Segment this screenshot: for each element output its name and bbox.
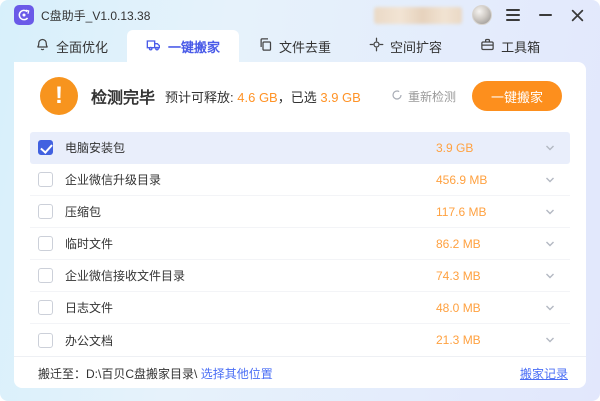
list-item[interactable]: 办公文档 21.3 MB [30,324,570,356]
minimize-icon[interactable] [534,4,556,26]
menu-icon[interactable] [502,4,524,26]
main-panel: ! 检测完毕 预计可释放: 4.6 GB，已选 3.9 GB 重新检测 一键搬家… [14,62,586,388]
move-history-link[interactable]: 搬家记录 [520,365,568,382]
toolbox-icon [480,37,495,55]
item-label: 压缩包 [65,203,101,220]
choose-location-link[interactable]: 选择其他位置 [201,365,273,382]
tab-one-click-move[interactable]: 一键搬家 [127,30,239,62]
item-label: 电脑安装包 [65,139,125,156]
window-bottom-margin [0,388,600,401]
chevron-down-icon[interactable] [544,302,556,314]
category-list: 电脑安装包 3.9 GB 企业微信升级目录 456.9 MB 压缩包 117.6… [14,126,586,356]
tab-bar: 全面优化 一键搬家 文件去重 空间扩容 工具箱 [0,30,600,62]
tab-label: 全面优化 [56,37,108,56]
item-label: 企业微信接收文件目录 [65,267,185,284]
app-title: C盘助手_V1.0.13.38 [41,7,150,24]
truck-icon [146,37,162,56]
chevron-down-icon[interactable] [544,174,556,186]
item-size: 48.0 MB [436,301,516,315]
tab-full-optimization[interactable]: 全面优化 [16,30,127,62]
list-item[interactable]: 临时文件 86.2 MB [30,228,570,260]
app-window: C盘助手_V1.0.13.38 全面优化 一键搬家 文件去重 空间扩容 [0,0,600,401]
expand-icon [369,37,384,55]
item-label: 临时文件 [65,235,113,252]
chevron-down-icon[interactable] [544,270,556,282]
selected-size-value: 3.9 GB [320,90,360,105]
checkbox[interactable] [38,333,53,348]
tab-label: 一键搬家 [168,37,220,56]
chevron-down-icon[interactable] [544,206,556,218]
item-size: 117.6 MB [436,205,516,219]
detection-banner: ! 检测完毕 预计可释放: 4.6 GB，已选 3.9 GB 重新检测 一键搬家 [14,62,586,126]
close-icon[interactable] [566,4,588,26]
recheck-label: 重新检测 [408,88,456,105]
item-label: 日志文件 [65,299,113,316]
tab-label: 工具箱 [501,37,540,56]
item-label: 企业微信升级目录 [65,171,161,188]
recheck-button[interactable]: 重新检测 [391,88,456,105]
item-size: 3.9 GB [436,141,516,155]
tab-file-dedup[interactable]: 文件去重 [239,30,350,62]
titlebar: C盘助手_V1.0.13.38 [0,0,600,30]
tab-label: 文件去重 [279,37,331,56]
free-size-value: 4.6 GB [237,90,277,105]
tab-label: 空间扩容 [390,37,442,56]
list-item[interactable]: 压缩包 117.6 MB [30,196,570,228]
summary-prefix: 预计可释放: [165,90,234,105]
chevron-down-icon[interactable] [544,334,556,346]
refresh-icon [391,89,403,104]
checkbox[interactable] [38,268,53,283]
move-to-label: 搬迁至： [38,365,86,382]
app-logo-icon [14,5,34,25]
chevron-down-icon[interactable] [544,142,556,154]
tab-space-expansion[interactable]: 空间扩容 [350,30,461,62]
bell-icon [35,37,50,55]
checkbox[interactable] [38,300,53,315]
item-size: 86.2 MB [436,237,516,251]
destination-path: D:\百贝C盘搬家目录\ [86,365,201,382]
item-size: 456.9 MB [436,173,516,187]
redacted-username [374,7,462,24]
footer-bar: 搬迁至： D:\百贝C盘搬家目录\ 选择其他位置 搬家记录 [14,356,586,388]
checkbox[interactable] [38,204,53,219]
one-click-move-button[interactable]: 一键搬家 [472,81,562,111]
alert-icon: ! [40,77,78,115]
tab-toolbox[interactable]: 工具箱 [461,30,559,62]
checkbox[interactable] [38,140,53,155]
item-size: 74.3 MB [436,269,516,283]
detection-status: 检测完毕 [91,84,155,108]
copy-files-icon [258,37,273,55]
item-label: 办公文档 [65,332,113,349]
detection-summary: 预计可释放: 4.6 GB，已选 3.9 GB [165,87,361,106]
list-item[interactable]: 电脑安装包 3.9 GB [30,132,570,164]
item-size: 21.3 MB [436,333,516,347]
list-item[interactable]: 企业微信接收文件目录 74.3 MB [30,260,570,292]
checkbox[interactable] [38,172,53,187]
chevron-down-icon[interactable] [544,238,556,250]
user-avatar[interactable] [472,5,492,25]
summary-separator: ，已选 [278,90,317,105]
checkbox[interactable] [38,236,53,251]
list-item[interactable]: 日志文件 48.0 MB [30,292,570,324]
list-item[interactable]: 企业微信升级目录 456.9 MB [30,164,570,196]
